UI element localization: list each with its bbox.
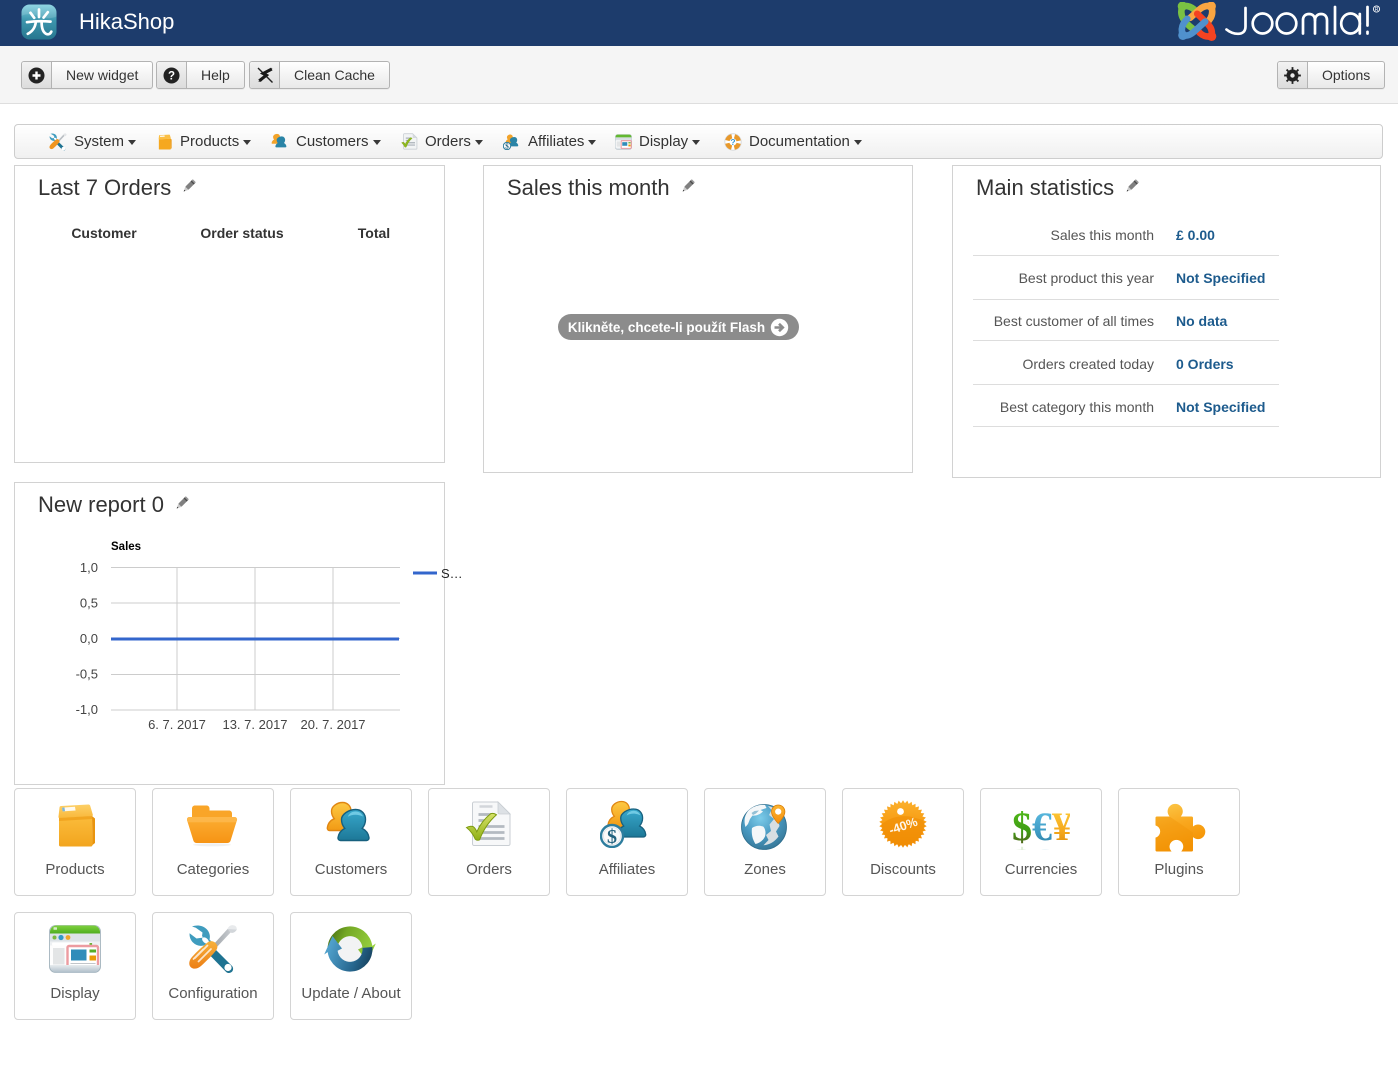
svg-text:6. 7. 2017: 6. 7. 2017	[148, 717, 206, 732]
svg-text:Sales: Sales	[111, 541, 141, 553]
svg-text:1,0: 1,0	[80, 560, 98, 575]
svg-text:S…: S…	[441, 566, 463, 581]
svg-text:-0,5: -0,5	[76, 667, 98, 682]
svg-text:?: ?	[168, 70, 175, 82]
svg-text:?: ?	[730, 137, 735, 147]
svg-text:R: R	[1375, 7, 1379, 13]
svg-text:$: $	[607, 826, 617, 848]
svg-text:¥: ¥	[1052, 841, 1070, 850]
svg-text:20. 7. 2017: 20. 7. 2017	[300, 717, 365, 732]
svg-text:0,0: 0,0	[80, 631, 98, 646]
svg-text:$: $	[1012, 841, 1032, 850]
svg-text:13. 7. 2017: 13. 7. 2017	[222, 717, 287, 732]
svg-text:$: $	[505, 142, 509, 150]
svg-text:0,5: 0,5	[80, 596, 98, 611]
svg-text:€: €	[1032, 841, 1052, 850]
svg-text:-1,0: -1,0	[76, 702, 98, 717]
